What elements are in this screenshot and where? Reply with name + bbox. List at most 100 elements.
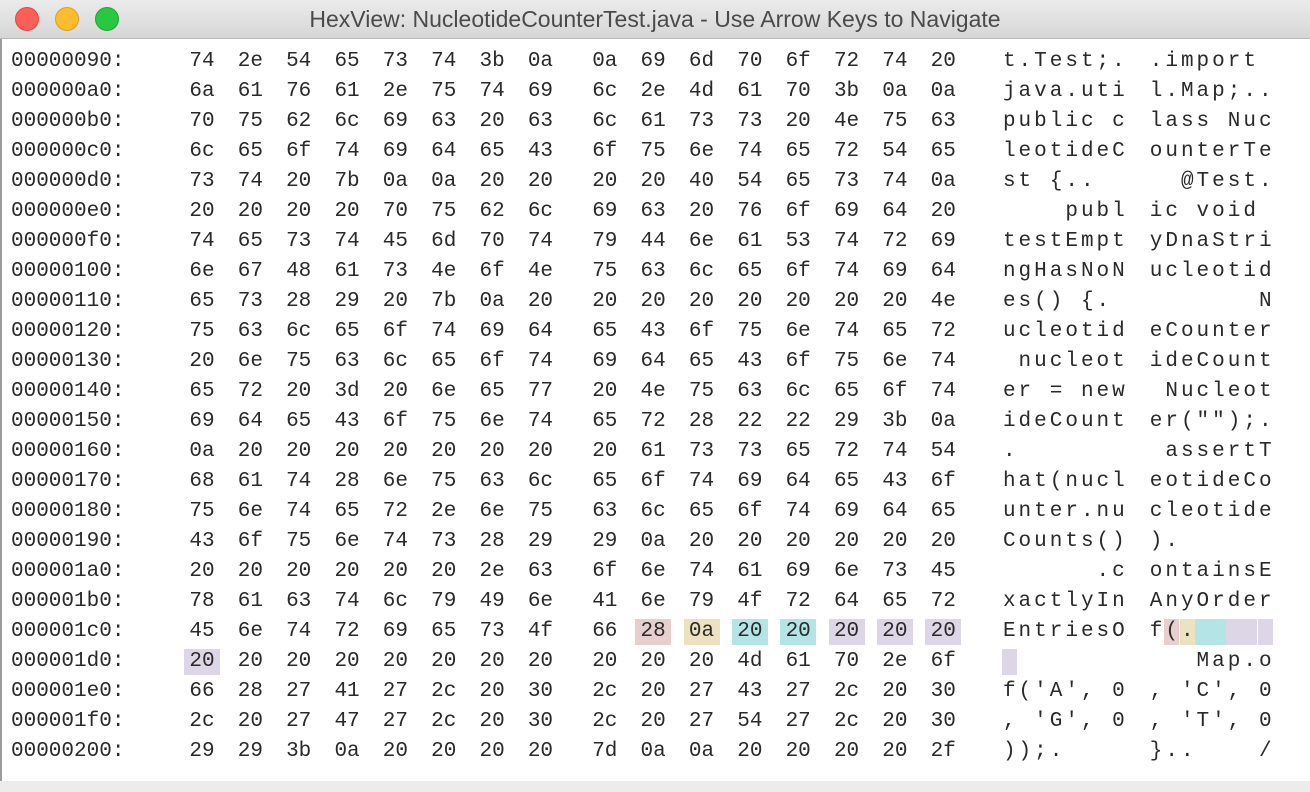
ascii-char[interactable]: e (1148, 319, 1164, 345)
ascii-char[interactable]: n (1017, 499, 1033, 525)
ascii-char[interactable]: . (1095, 559, 1111, 585)
hex-byte[interactable]: 77 (522, 379, 558, 405)
ascii-char[interactable]: T (1195, 709, 1211, 735)
hex-byte[interactable]: 74 (877, 439, 913, 465)
hex-byte[interactable]: 20 (474, 109, 510, 135)
hex-byte[interactable]: 20 (426, 439, 462, 465)
ascii-char[interactable]: { (1080, 289, 1096, 315)
hex-byte[interactable]: 6c (522, 469, 558, 495)
ascii-char[interactable] (1080, 739, 1096, 765)
ascii-char[interactable]: u (1002, 499, 1018, 525)
hex-byte[interactable]: 6f (684, 319, 720, 345)
hex-byte[interactable]: 75 (426, 469, 462, 495)
ascii-char[interactable]: d (1211, 469, 1227, 495)
ascii-char[interactable]: A (1048, 679, 1064, 705)
ascii-char[interactable] (1064, 739, 1080, 765)
ascii-char[interactable] (1180, 199, 1196, 225)
hex-byte[interactable]: 72 (329, 619, 365, 645)
hex-byte[interactable]: 20 (635, 679, 671, 705)
ascii-char[interactable]: s (1180, 439, 1196, 465)
ascii-char[interactable]: o (1064, 409, 1080, 435)
hex-byte[interactable]: 65 (281, 409, 317, 435)
hex-byte[interactable]: 74 (232, 169, 268, 195)
hex-byte[interactable]: 43 (877, 469, 913, 495)
hex-byte[interactable]: 73 (232, 289, 268, 315)
ascii-char[interactable]: @ (1180, 169, 1196, 195)
hex-byte[interactable]: 20 (474, 679, 510, 705)
ascii-char[interactable]: d (1017, 409, 1033, 435)
hex-byte[interactable]: 20 (731, 619, 768, 645)
hex-byte[interactable]: 20 (635, 169, 671, 195)
hex-byte[interactable]: 20 (474, 709, 510, 735)
ascii-char[interactable]: } (1148, 739, 1164, 765)
hex-byte[interactable]: 2e (377, 79, 413, 105)
hex-byte[interactable]: 61 (732, 79, 768, 105)
hex-byte[interactable]: 6f (732, 499, 768, 525)
ascii-char[interactable]: n (1211, 319, 1227, 345)
ascii-char[interactable] (1033, 199, 1049, 225)
ascii-char[interactable]: ) (1226, 409, 1242, 435)
ascii-char[interactable] (1242, 289, 1258, 315)
ascii-char[interactable]: C (1002, 529, 1018, 555)
ascii-char[interactable]: i (1095, 319, 1111, 345)
hex-byte[interactable]: 65 (329, 49, 365, 75)
ascii-char[interactable] (1095, 679, 1111, 705)
hex-byte[interactable]: 70 (184, 109, 220, 135)
hex-byte[interactable]: 64 (635, 349, 671, 375)
hex-byte[interactable]: 0a (377, 169, 413, 195)
hex-byte[interactable]: 20 (925, 199, 961, 225)
ascii-char[interactable]: i (1111, 79, 1127, 105)
hex-byte[interactable]: 0a (877, 79, 913, 105)
ascii-char[interactable] (1033, 169, 1049, 195)
hex-byte[interactable]: 54 (281, 49, 317, 75)
ascii-char[interactable]: e (1226, 379, 1242, 405)
hex-byte[interactable]: 74 (829, 319, 865, 345)
ascii-char[interactable]: = (1048, 379, 1064, 405)
ascii-char[interactable]: ' (1033, 709, 1049, 735)
hex-byte[interactable]: 29 (184, 739, 220, 765)
hex-byte[interactable]: 6f (587, 559, 623, 585)
ascii-char[interactable]: C (1195, 679, 1211, 705)
ascii-char[interactable]: h (1002, 469, 1018, 495)
ascii-char[interactable]: j (1002, 79, 1018, 105)
ascii-char[interactable]: i (1226, 499, 1242, 525)
ascii-char[interactable]: t (1111, 349, 1127, 375)
hex-byte[interactable]: 0a (684, 739, 720, 765)
hex-byte[interactable]: 45 (925, 559, 961, 585)
hex-byte[interactable]: 0a (426, 169, 462, 195)
ascii-char[interactable]: N (1164, 379, 1180, 405)
hex-byte[interactable]: 74 (829, 259, 865, 285)
hex-byte[interactable]: 4d (732, 649, 768, 675)
ascii-char[interactable]: n (1080, 379, 1096, 405)
ascii-char[interactable]: d (1111, 319, 1127, 345)
ascii-char[interactable]: m (1180, 49, 1196, 75)
hex-byte[interactable]: 65 (780, 169, 816, 195)
hex-byte[interactable]: 69 (587, 349, 623, 375)
hex-byte[interactable]: 75 (732, 319, 768, 345)
ascii-char[interactable] (1226, 289, 1242, 315)
ascii-char[interactable]: o (1180, 319, 1196, 345)
ascii-char[interactable]: D (1164, 229, 1180, 255)
ascii-char[interactable]: t (1080, 319, 1096, 345)
hex-byte[interactable]: 64 (426, 139, 462, 165)
hex-byte[interactable]: 7d (587, 739, 623, 765)
hex-byte[interactable]: 79 (426, 589, 462, 615)
ascii-char[interactable]: . (1064, 169, 1080, 195)
hex-byte[interactable]: 75 (184, 499, 220, 525)
hex-byte[interactable]: 72 (925, 319, 961, 345)
hex-byte[interactable]: 20 (732, 739, 768, 765)
hex-byte[interactable]: 70 (829, 649, 865, 675)
hex-byte[interactable]: 6e (232, 619, 268, 645)
hex-byte[interactable]: 54 (925, 439, 961, 465)
ascii-char[interactable]: s (1195, 109, 1211, 135)
hex-byte[interactable]: 75 (829, 349, 865, 375)
hex-byte[interactable]: 28 (281, 289, 317, 315)
ascii-char[interactable]: ( (1033, 289, 1049, 315)
hex-byte[interactable]: 20 (281, 439, 317, 465)
hex-byte[interactable]: 20 (522, 439, 558, 465)
ascii-char[interactable] (1095, 739, 1111, 765)
hex-byte[interactable]: 22 (732, 409, 768, 435)
hex-byte[interactable]: 72 (877, 229, 913, 255)
ascii-char[interactable]: t (1064, 529, 1080, 555)
ascii-char[interactable]: r (1048, 619, 1064, 645)
